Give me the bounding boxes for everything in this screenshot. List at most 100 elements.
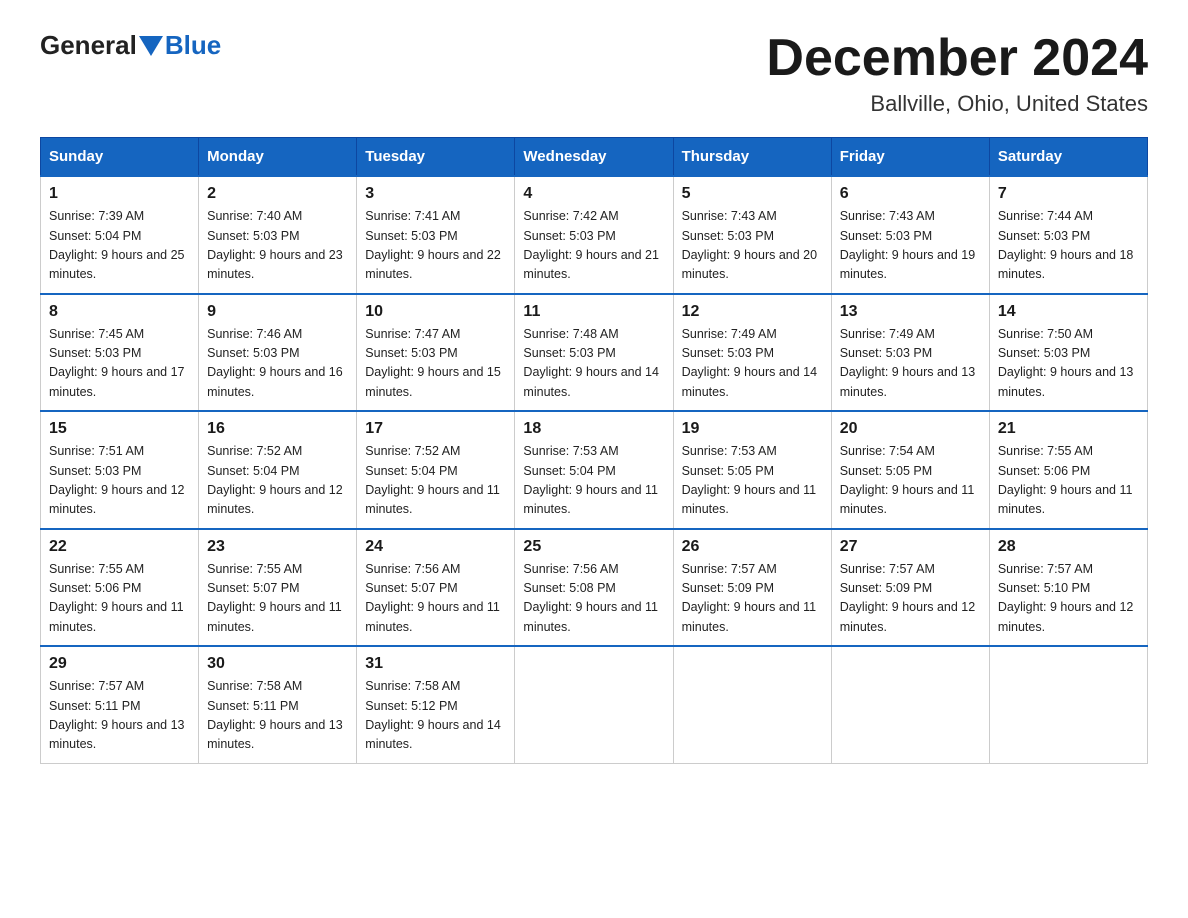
weekday-header-row: SundayMondayTuesdayWednesdayThursdayFrid… <box>41 138 1148 177</box>
day-cell-11: 11 Sunrise: 7:48 AMSunset: 5:03 PMDayligh… <box>515 294 673 412</box>
day-info: Sunrise: 7:51 AMSunset: 5:03 PMDaylight:… <box>49 442 190 520</box>
day-number: 18 <box>523 420 664 438</box>
weekday-header-sunday: Sunday <box>41 138 199 177</box>
day-cell-4: 4Sunrise: 7:42 AMSunset: 5:03 PMDaylight… <box>515 176 673 294</box>
day-cell-22: 22 Sunrise: 7:55 AMSunset: 5:06 PMDayligh… <box>41 529 199 647</box>
day-number: 21 <box>998 420 1139 438</box>
day-info: Sunrise: 7:55 AMSunset: 5:06 PMDaylight:… <box>998 442 1139 520</box>
day-cell-15: 15 Sunrise: 7:51 AMSunset: 5:03 PMDayligh… <box>41 411 199 529</box>
day-cell-8: 8Sunrise: 7:45 AMSunset: 5:03 PMDaylight… <box>41 294 199 412</box>
day-info: Sunrise: 7:47 AMSunset: 5:03 PMDaylight:… <box>365 325 506 403</box>
day-number: 26 <box>682 538 823 556</box>
day-info: Sunrise: 7:56 AMSunset: 5:08 PMDaylight:… <box>523 560 664 638</box>
calendar-subtitle: Ballville, Ohio, United States <box>766 91 1148 117</box>
day-info: Sunrise: 7:48 AMSunset: 5:03 PMDaylight:… <box>523 325 664 403</box>
day-info: Sunrise: 7:49 AMSunset: 5:03 PMDaylight:… <box>682 325 823 403</box>
day-info: Sunrise: 7:53 AMSunset: 5:05 PMDaylight:… <box>682 442 823 520</box>
day-info: Sunrise: 7:55 AMSunset: 5:06 PMDaylight:… <box>49 560 190 638</box>
weekday-header-tuesday: Tuesday <box>357 138 515 177</box>
day-cell-18: 18 Sunrise: 7:53 AMSunset: 5:04 PMDayligh… <box>515 411 673 529</box>
day-info: Sunrise: 7:50 AMSunset: 5:03 PMDaylight:… <box>998 325 1139 403</box>
day-cell-29: 29 Sunrise: 7:57 AMSunset: 5:11 PMDayligh… <box>41 646 199 763</box>
day-cell-28: 28 Sunrise: 7:57 AMSunset: 5:10 PMDayligh… <box>989 529 1147 647</box>
day-number: 30 <box>207 655 348 673</box>
day-cell-21: 21 Sunrise: 7:55 AMSunset: 5:06 PMDayligh… <box>989 411 1147 529</box>
day-number: 22 <box>49 538 190 556</box>
day-info: Sunrise: 7:57 AMSunset: 5:10 PMDaylight:… <box>998 560 1139 638</box>
logo-blue-text: Blue <box>165 30 221 61</box>
day-cell-26: 26 Sunrise: 7:57 AMSunset: 5:09 PMDayligh… <box>673 529 831 647</box>
day-cell-19: 19 Sunrise: 7:53 AMSunset: 5:05 PMDayligh… <box>673 411 831 529</box>
day-cell-23: 23Sunrise: 7:55 AMSunset: 5:07 PMDayligh… <box>199 529 357 647</box>
day-number: 7 <box>998 185 1139 203</box>
day-number: 2 <box>207 185 348 203</box>
day-number: 11 <box>523 303 664 321</box>
day-info: Sunrise: 7:52 AMSunset: 5:04 PMDaylight:… <box>365 442 506 520</box>
day-number: 31 <box>365 655 506 673</box>
weekday-header-monday: Monday <box>199 138 357 177</box>
week-row-3: 15 Sunrise: 7:51 AMSunset: 5:03 PMDayligh… <box>41 411 1148 529</box>
day-cell-20: 20 Sunrise: 7:54 AMSunset: 5:05 PMDayligh… <box>831 411 989 529</box>
day-info: Sunrise: 7:52 AMSunset: 5:04 PMDaylight:… <box>207 442 348 520</box>
day-number: 3 <box>365 185 506 203</box>
day-cell-31: 31Sunrise: 7:58 AMSunset: 5:12 PMDayligh… <box>357 646 515 763</box>
weekday-header-friday: Friday <box>831 138 989 177</box>
day-number: 5 <box>682 185 823 203</box>
day-number: 27 <box>840 538 981 556</box>
day-number: 6 <box>840 185 981 203</box>
day-number: 4 <box>523 185 664 203</box>
day-cell-9: 9Sunrise: 7:46 AMSunset: 5:03 PMDaylight… <box>199 294 357 412</box>
day-number: 13 <box>840 303 981 321</box>
day-cell-1: 1Sunrise: 7:39 AMSunset: 5:04 PMDaylight… <box>41 176 199 294</box>
title-area: December 2024 Ballville, Ohio, United St… <box>766 30 1148 117</box>
calendar-title: December 2024 <box>766 30 1148 87</box>
day-number: 14 <box>998 303 1139 321</box>
day-info: Sunrise: 7:46 AMSunset: 5:03 PMDaylight:… <box>207 325 348 403</box>
calendar-table: SundayMondayTuesdayWednesdayThursdayFrid… <box>40 137 1148 764</box>
logo-general-text: General <box>40 30 137 61</box>
day-cell-27: 27 Sunrise: 7:57 AMSunset: 5:09 PMDayligh… <box>831 529 989 647</box>
day-cell-16: 16Sunrise: 7:52 AMSunset: 5:04 PMDayligh… <box>199 411 357 529</box>
day-info: Sunrise: 7:40 AMSunset: 5:03 PMDaylight:… <box>207 207 348 285</box>
day-cell-12: 12 Sunrise: 7:49 AMSunset: 5:03 PMDayligh… <box>673 294 831 412</box>
weekday-header-wednesday: Wednesday <box>515 138 673 177</box>
day-number: 25 <box>523 538 664 556</box>
day-number: 17 <box>365 420 506 438</box>
day-number: 8 <box>49 303 190 321</box>
weekday-header-saturday: Saturday <box>989 138 1147 177</box>
week-row-1: 1Sunrise: 7:39 AMSunset: 5:04 PMDaylight… <box>41 176 1148 294</box>
day-cell-7: 7 Sunrise: 7:44 AMSunset: 5:03 PMDaylight… <box>989 176 1147 294</box>
day-cell-17: 17 Sunrise: 7:52 AMSunset: 5:04 PMDayligh… <box>357 411 515 529</box>
day-number: 28 <box>998 538 1139 556</box>
empty-cell <box>515 646 673 763</box>
day-number: 15 <box>49 420 190 438</box>
day-number: 20 <box>840 420 981 438</box>
day-number: 19 <box>682 420 823 438</box>
weekday-header-thursday: Thursday <box>673 138 831 177</box>
logo: General Blue <box>40 30 221 61</box>
day-number: 29 <box>49 655 190 673</box>
day-info: Sunrise: 7:57 AMSunset: 5:09 PMDaylight:… <box>840 560 981 638</box>
day-cell-14: 14 Sunrise: 7:50 AMSunset: 5:03 PMDayligh… <box>989 294 1147 412</box>
header: General Blue December 2024 Ballville, Oh… <box>40 30 1148 117</box>
day-cell-6: 6 Sunrise: 7:43 AMSunset: 5:03 PMDaylight… <box>831 176 989 294</box>
day-number: 24 <box>365 538 506 556</box>
day-info: Sunrise: 7:44 AMSunset: 5:03 PMDaylight:… <box>998 207 1139 285</box>
day-cell-25: 25 Sunrise: 7:56 AMSunset: 5:08 PMDayligh… <box>515 529 673 647</box>
day-info: Sunrise: 7:49 AMSunset: 5:03 PMDaylight:… <box>840 325 981 403</box>
day-info: Sunrise: 7:57 AMSunset: 5:11 PMDaylight:… <box>49 677 190 755</box>
day-info: Sunrise: 7:54 AMSunset: 5:05 PMDaylight:… <box>840 442 981 520</box>
day-info: Sunrise: 7:53 AMSunset: 5:04 PMDaylight:… <box>523 442 664 520</box>
day-cell-13: 13 Sunrise: 7:49 AMSunset: 5:03 PMDayligh… <box>831 294 989 412</box>
day-info: Sunrise: 7:43 AMSunset: 5:03 PMDaylight:… <box>682 207 823 285</box>
day-cell-24: 24Sunrise: 7:56 AMSunset: 5:07 PMDayligh… <box>357 529 515 647</box>
day-info: Sunrise: 7:57 AMSunset: 5:09 PMDaylight:… <box>682 560 823 638</box>
logo-triangle-icon <box>139 36 163 56</box>
day-info: Sunrise: 7:41 AMSunset: 5:03 PMDaylight:… <box>365 207 506 285</box>
day-info: Sunrise: 7:43 AMSunset: 5:03 PMDaylight:… <box>840 207 981 285</box>
day-cell-30: 30 Sunrise: 7:58 AMSunset: 5:11 PMDayligh… <box>199 646 357 763</box>
week-row-2: 8Sunrise: 7:45 AMSunset: 5:03 PMDaylight… <box>41 294 1148 412</box>
empty-cell <box>989 646 1147 763</box>
day-number: 12 <box>682 303 823 321</box>
day-info: Sunrise: 7:58 AMSunset: 5:11 PMDaylight:… <box>207 677 348 755</box>
